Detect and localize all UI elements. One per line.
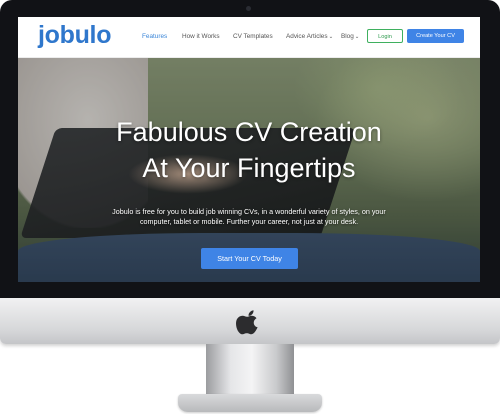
camera-dot	[246, 6, 251, 11]
nav-advice-articles[interactable]: Advice Articles⌄	[286, 33, 333, 40]
top-navbar: jobulo Features How it Works CV Template…	[18, 17, 480, 58]
nav-blog-label: Blog	[341, 33, 354, 40]
hero-title-line-2: At Your Fingertips	[142, 153, 356, 183]
create-cv-button[interactable]: Create Your CV	[407, 29, 464, 43]
apple-logo-icon	[236, 310, 258, 335]
hero-title: Fabulous CV Creation At Your Fingertips	[18, 114, 480, 186]
nav-cv-templates[interactable]: CV Templates	[233, 33, 273, 40]
chevron-down-icon: ⌄	[354, 34, 360, 40]
nav-features[interactable]: Features	[142, 33, 167, 40]
nav-advice-articles-label: Advice Articles	[286, 33, 328, 40]
hero-title-line-1: Fabulous CV Creation	[116, 117, 382, 147]
start-cv-button[interactable]: Start Your CV Today	[201, 248, 298, 269]
monitor-stand-foot	[178, 394, 322, 412]
hero-description: Jobulo is free for you to build job winn…	[112, 207, 386, 226]
brand-logo[interactable]: jobulo	[38, 21, 111, 50]
monitor-stand-neck	[206, 344, 294, 396]
nav-blog[interactable]: Blog⌄	[341, 33, 359, 40]
chevron-down-icon: ⌄	[328, 34, 334, 40]
nav-how-it-works[interactable]: How it Works	[182, 33, 220, 40]
login-button[interactable]: Login	[367, 29, 403, 43]
screen: jobulo Features How it Works CV Template…	[18, 17, 480, 282]
hero-section: Fabulous CV Creation At Your Fingertips …	[18, 58, 480, 282]
